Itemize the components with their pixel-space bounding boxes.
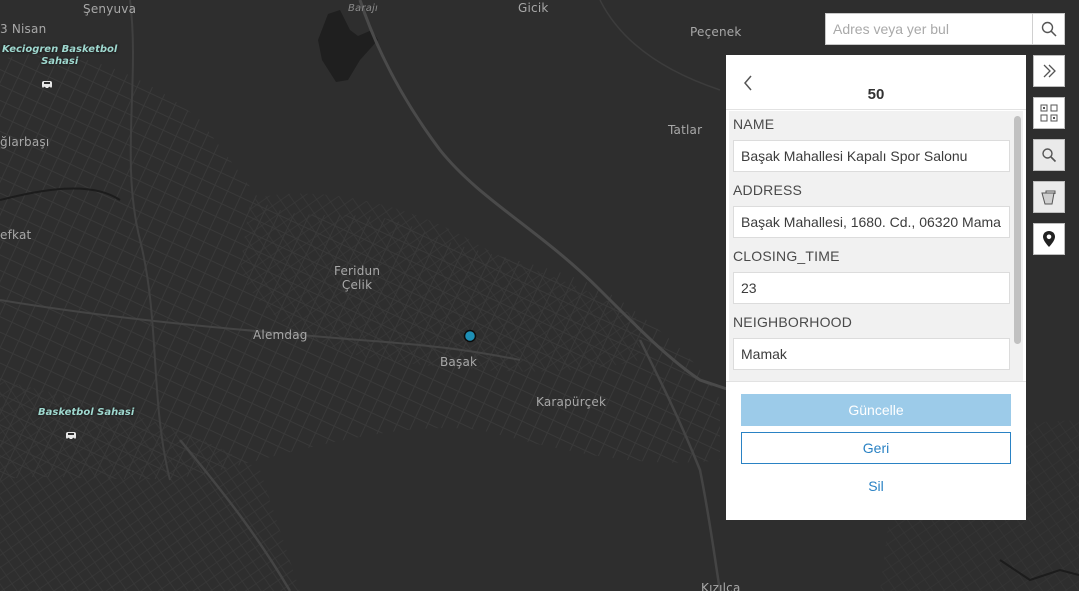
search-icon: [1041, 21, 1057, 37]
closing-time-input[interactable]: 23: [733, 272, 1010, 304]
field-address: ADDRESS Başak Mahallesi, 1680. Cd., 0632…: [733, 180, 1010, 238]
field-closing-time: CLOSING_TIME 23: [733, 246, 1010, 304]
field-label: ADDRESS: [733, 182, 803, 198]
panel-footer: Güncelle Geri Sil: [726, 381, 1026, 520]
poi-label-basketbol: Basketbol Sahasi: [38, 407, 135, 418]
name-input[interactable]: Başak Mahallesi Kapalı Spor Salonu: [733, 140, 1010, 172]
map-label-karapurcek: Karapürçek: [536, 395, 607, 409]
map-label-kizilca: Kızılca: [701, 581, 741, 591]
field-neighborhood: NEIGHBORHOOD Mamak: [733, 312, 1010, 370]
back-button[interactable]: Geri: [741, 432, 1011, 464]
search-input[interactable]: [826, 14, 1032, 44]
selected-feature-point[interactable]: [462, 328, 478, 344]
field-name: NAME Başak Mahallesi Kapalı Spor Salonu: [733, 114, 1010, 172]
attribute-list[interactable]: NAME Başak Mahallesi Kapalı Spor Salonu …: [729, 111, 1023, 381]
widget-button-location[interactable]: [1033, 223, 1065, 255]
address-input[interactable]: Başak Mahallesi, 1680. Cd., 06320 Mama: [733, 206, 1010, 238]
widget-button-basket[interactable]: [1033, 181, 1065, 213]
search-widget: [825, 13, 1065, 45]
field-label: NEIGHBORHOOD: [733, 314, 853, 330]
poi-label-keciogren: Keciogren Basketbol Sahasi: [2, 44, 118, 67]
map-pin-icon: [1043, 231, 1055, 247]
search-button[interactable]: [1032, 14, 1064, 44]
app-root: Şenyuva Barajı Gicik Peçenek 3 Nisan ğla…: [0, 0, 1079, 591]
collapse-panel-button[interactable]: [1033, 55, 1065, 87]
field-label: CLOSING_TIME: [733, 248, 840, 264]
widget-button-grid[interactable]: [1033, 97, 1065, 129]
basket-icon: [1041, 190, 1056, 205]
car-icon[interactable]: [64, 428, 78, 442]
edit-panel: 50 NAME Başak Mahallesi Kapalı Spor Salo…: [726, 55, 1026, 520]
map-label-feridun-celik: Feridun Çelik: [334, 264, 381, 292]
car-icon[interactable]: [40, 77, 54, 91]
double-chevron-right-icon: [1043, 64, 1056, 78]
map-label-gicik: Gicik: [518, 1, 549, 15]
widget-button-search[interactable]: [1033, 139, 1065, 171]
map-label-alemdag: Alemdag: [253, 328, 308, 342]
field-label: NAME: [733, 116, 775, 132]
map-label-tatlar: Tatlar: [668, 123, 703, 137]
map-label-basak: Başak: [440, 355, 478, 369]
delete-link[interactable]: Sil: [741, 474, 1011, 498]
magnifier-icon: [1042, 148, 1057, 163]
map-label-nisan: 3 Nisan: [0, 22, 47, 36]
qr-grid-icon: [1040, 104, 1058, 122]
update-button[interactable]: Güncelle: [741, 394, 1011, 426]
scrollbar-thumb[interactable]: [1014, 116, 1021, 344]
map-label-pecenek: Peçenek: [690, 25, 742, 39]
neighborhood-input[interactable]: Mamak: [733, 338, 1010, 370]
map-label-efkat: efkat: [0, 228, 32, 242]
map-label-baglarbasi: ğlarbaşı: [0, 135, 50, 149]
panel-header: 50: [726, 55, 1026, 110]
map-label-senyuva: Şenyuva: [83, 2, 137, 16]
map-label-baraji: Barajı: [348, 3, 378, 14]
panel-title: 50: [867, 86, 885, 103]
